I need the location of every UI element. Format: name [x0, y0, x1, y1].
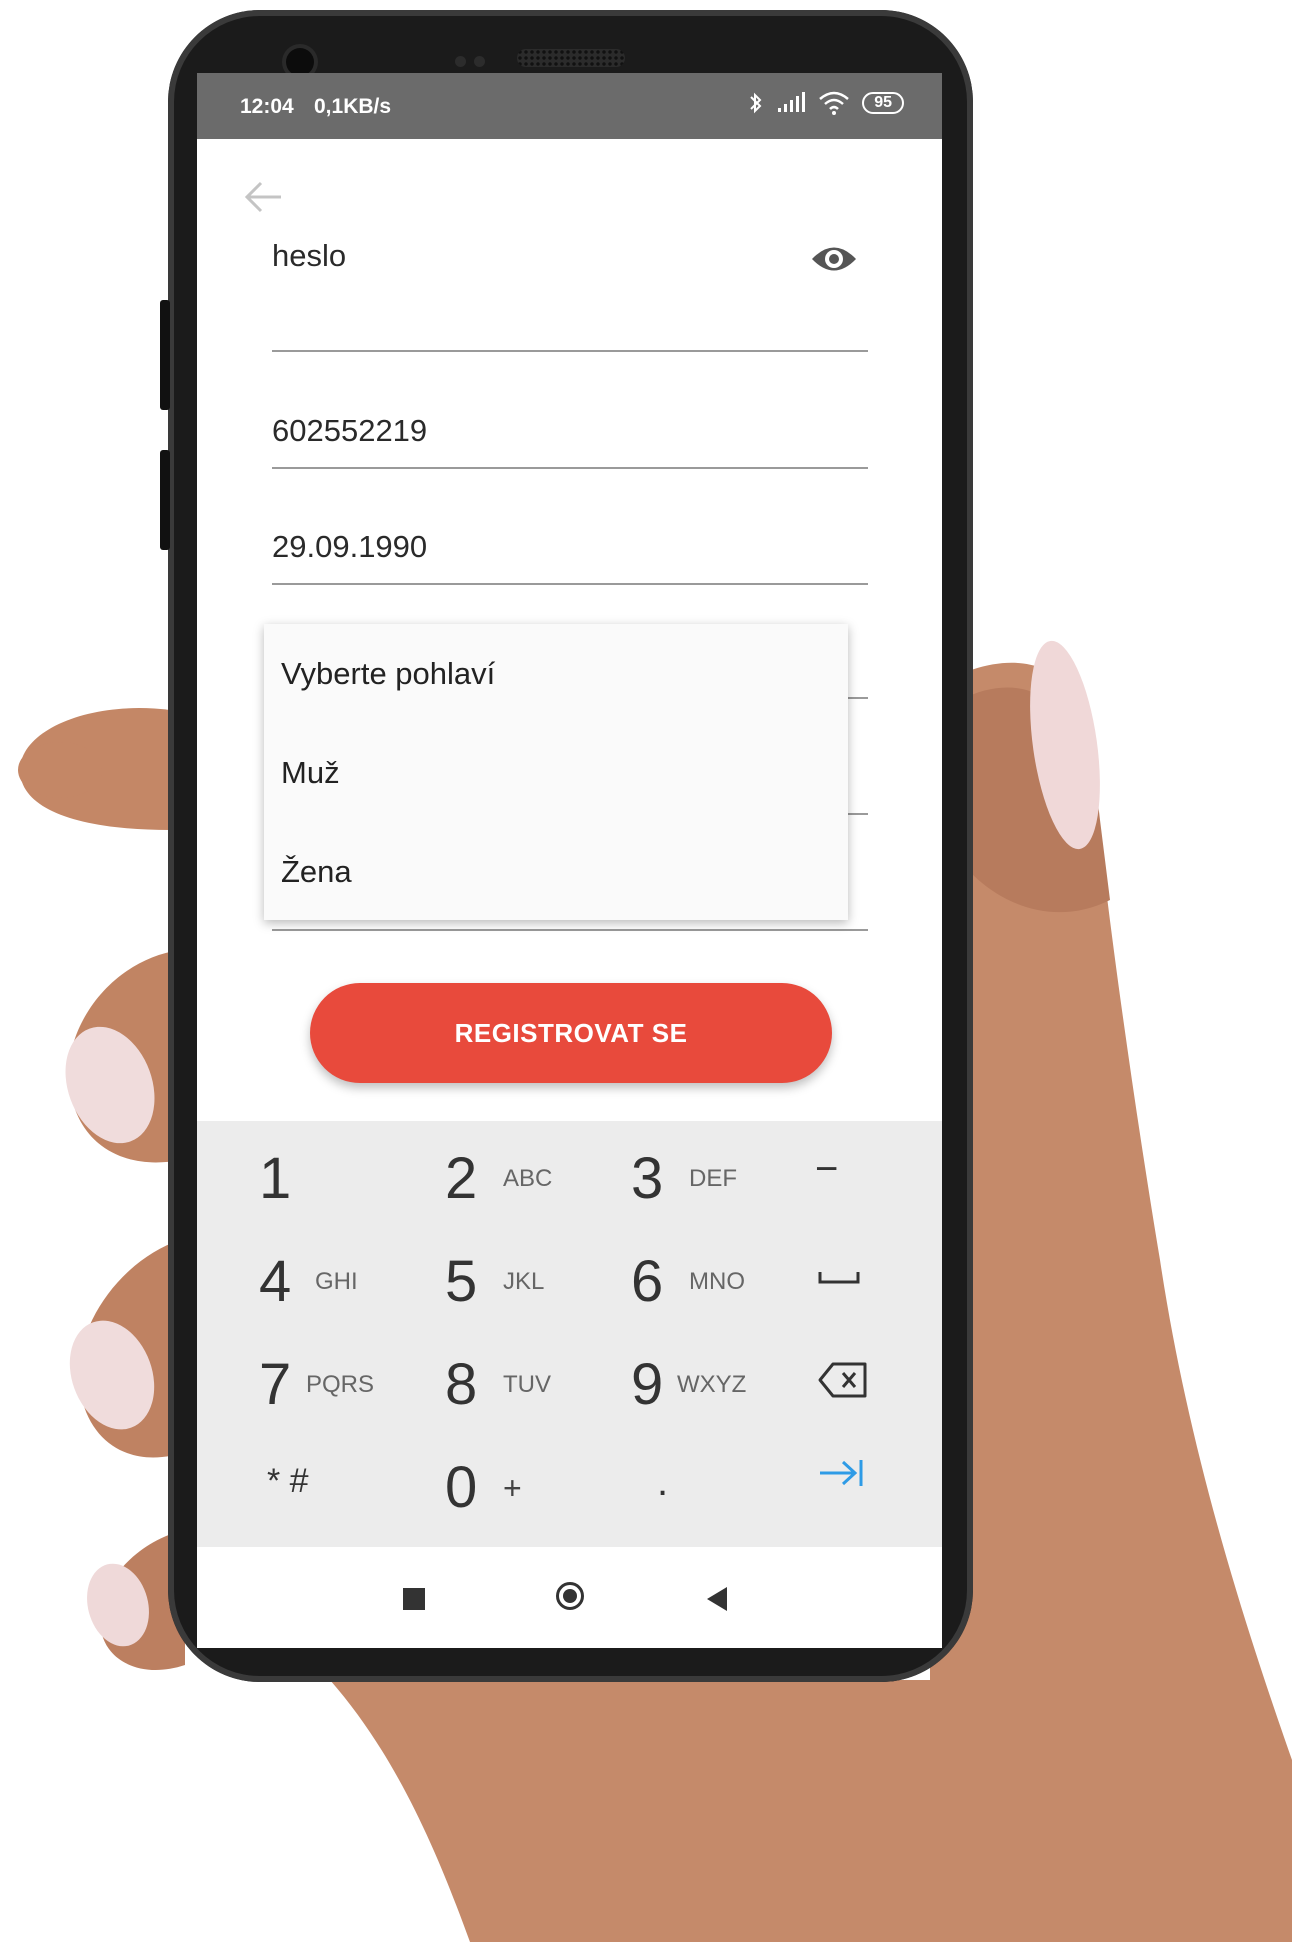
back-arrow-icon[interactable]	[239, 173, 287, 221]
key-letters: +	[503, 1470, 522, 1506]
star-hash-symbol: * #	[267, 1462, 309, 1500]
key-digit: 0	[445, 1455, 478, 1520]
numeric-keyboard: 1 2 ABC 3 DEF − 4 GHI 5 JKL 6 MNO 7 PQRS…	[197, 1121, 942, 1547]
side-button-volume	[160, 300, 170, 410]
signal-icon	[776, 92, 806, 114]
status-bar: 12:04 0,1KB/s 95	[197, 73, 942, 139]
key-letters: WXYZ	[677, 1371, 747, 1398]
dropdown-option-female[interactable]: Žena	[281, 854, 352, 890]
birthdate-field[interactable]: 29.09.1990	[272, 529, 868, 585]
front-camera	[286, 48, 314, 76]
home-icon[interactable]	[556, 1582, 584, 1610]
key-letters: TUV	[503, 1371, 551, 1398]
wifi-icon	[818, 91, 850, 115]
key-letters: PQRS	[306, 1371, 375, 1398]
key-1[interactable]: 1	[197, 1121, 383, 1224]
key-letters: ABC	[503, 1165, 553, 1192]
status-icons: 95	[748, 91, 904, 115]
recents-icon[interactable]	[403, 1588, 425, 1610]
key-minus[interactable]: −	[755, 1121, 941, 1224]
key-2[interactable]: 2 ABC	[383, 1121, 569, 1224]
key-8[interactable]: 8 TUV	[383, 1327, 569, 1430]
dropdown-option-placeholder[interactable]: Vyberte pohlaví	[281, 656, 495, 692]
battery-icon: 95	[862, 92, 904, 114]
key-digit: 1	[259, 1146, 292, 1211]
earpiece-speaker	[517, 49, 625, 67]
phone-screen: 12:04 0,1KB/s 95 heslo 602552219 29.09.1…	[197, 73, 942, 1648]
backspace-icon	[818, 1362, 867, 1398]
bluetooth-icon	[748, 91, 764, 115]
key-5[interactable]: 5 JKL	[383, 1224, 569, 1327]
sensors	[455, 54, 495, 67]
key-0[interactable]: 0 +	[383, 1430, 569, 1533]
key-6[interactable]: 6 MNO	[569, 1224, 755, 1327]
key-letters: GHI	[315, 1268, 358, 1295]
key-digit: 4	[259, 1249, 292, 1314]
key-digit: 9	[631, 1352, 664, 1417]
key-digit: 3	[631, 1146, 664, 1211]
gender-dropdown-menu: Vyberte pohlaví Muž Žena	[264, 624, 848, 920]
key-3[interactable]: 3 DEF	[569, 1121, 755, 1224]
password-field[interactable]: heslo	[272, 230, 868, 352]
back-icon[interactable]	[707, 1587, 727, 1611]
birthdate-value: 29.09.1990	[272, 529, 428, 564]
key-digit: 2	[445, 1146, 478, 1211]
phone-value: 602552219	[272, 413, 428, 448]
register-button[interactable]: REGISTROVAT SE	[310, 983, 832, 1083]
dot-symbol: .	[657, 1460, 669, 1504]
key-digit: 8	[445, 1352, 478, 1417]
key-7[interactable]: 7 PQRS	[197, 1327, 383, 1430]
key-letters: JKL	[503, 1268, 545, 1295]
key-star-hash[interactable]: * #	[197, 1430, 383, 1533]
key-9[interactable]: 9 WXYZ	[569, 1327, 755, 1430]
key-digit: 5	[445, 1249, 478, 1314]
key-backspace[interactable]	[755, 1327, 941, 1430]
dropdown-option-male[interactable]: Muž	[281, 755, 340, 791]
side-button-power	[160, 450, 170, 550]
key-4[interactable]: 4 GHI	[197, 1224, 383, 1327]
minus-symbol: −	[815, 1147, 839, 1191]
status-network-speed: 0,1KB/s	[314, 95, 392, 118]
android-nav-bar	[197, 1547, 942, 1648]
key-digit: 7	[259, 1352, 292, 1417]
key-space[interactable]	[755, 1224, 941, 1327]
key-dot[interactable]: .	[569, 1430, 755, 1533]
hidden-field-underline	[272, 929, 868, 931]
key-digit: 6	[631, 1249, 664, 1314]
status-time: 12:04	[240, 95, 294, 118]
key-letters: DEF	[689, 1165, 737, 1192]
key-next[interactable]	[755, 1430, 941, 1533]
password-value: heslo	[272, 238, 347, 273]
tab-next-icon	[820, 1460, 863, 1486]
hidden-field-underline	[848, 813, 868, 815]
gender-field-underline	[848, 697, 868, 699]
key-letters: MNO	[689, 1268, 745, 1295]
eye-icon[interactable]	[810, 242, 858, 276]
space-icon	[818, 1272, 860, 1284]
phone-field[interactable]: 602552219	[272, 413, 868, 469]
